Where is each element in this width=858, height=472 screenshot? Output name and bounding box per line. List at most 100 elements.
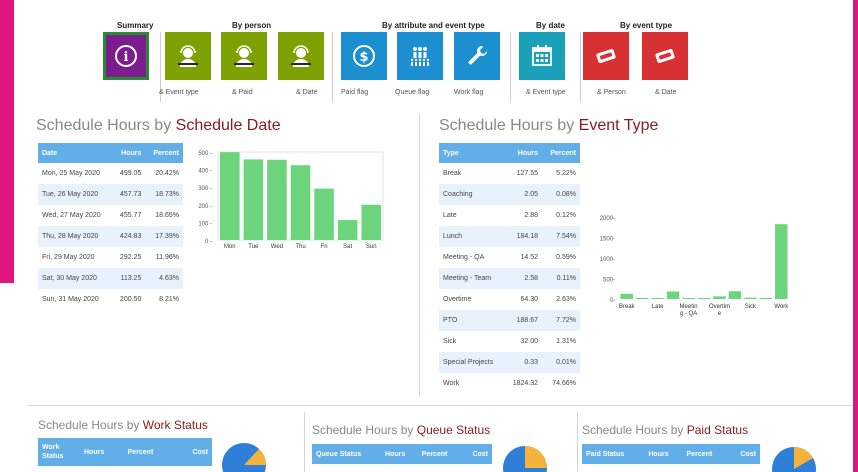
date-table-row: Sat, 30 May 2020 113.25 4.63% [38, 268, 183, 289]
table-cell: 0.11% [542, 268, 580, 289]
event-table-row: Meeting - QA 14.52 0.59% [439, 247, 580, 268]
schedule-date-bar-chart: 500 - 400 - 300 - 200 - 100 - 0 - Mon Tue Wed Thu… [198, 151, 384, 250]
date-event-type-tile[interactable] [519, 32, 565, 80]
schedule-date-title: Schedule Hours by Schedule Date [36, 117, 281, 135]
table-cell: Thu, 28 May 2020 [38, 226, 113, 247]
col-header: Hours [504, 143, 543, 163]
person-headset-icon [178, 45, 198, 67]
bar [775, 224, 788, 299]
table-cell: Tue, 26 May 2020 [38, 184, 113, 205]
event-type-title: Schedule Hours by Event Type [439, 117, 658, 135]
bar [290, 165, 311, 240]
x-tick-label: Overtim [709, 304, 730, 310]
date-table-row: Wed, 27 May 2020 455.77 18.65% [38, 205, 183, 226]
table-cell: 2.58 [504, 268, 543, 289]
svg-text:$: $ [359, 50, 368, 65]
event-table-row: Lunch 184.18 7.54% [439, 226, 580, 247]
table-cell: 11.96% [155, 254, 179, 261]
work-status-title: Schedule Hours by Work Status [38, 418, 208, 432]
tile-caption: & Paid [232, 89, 253, 96]
x-tick-label: g - QA [680, 311, 697, 317]
y-tick-label: 400 - [198, 169, 212, 175]
table-cell: 7.54% [542, 226, 580, 247]
work-flag-tile[interactable] [454, 32, 500, 80]
paid-flag-tile[interactable]: $ [341, 32, 387, 80]
bar [713, 296, 726, 299]
bar [744, 297, 757, 299]
queue-status-table: Queue Status Hours Percent Cost [312, 444, 492, 464]
table-cell: 20.42% [155, 170, 179, 177]
bar [759, 298, 773, 299]
table-cell: 2.88 [524, 212, 539, 219]
queue-flag-tile[interactable] [397, 32, 443, 80]
table-cell: 64.30 [520, 296, 539, 303]
table-cell: 292.25 [119, 254, 142, 261]
bottom-divider [28, 405, 853, 406]
col-header: Hours [644, 444, 683, 464]
table-cell: 0.59% [556, 254, 576, 261]
table-cell: 5.22% [556, 170, 576, 177]
table-cell: Coaching [439, 184, 505, 205]
title-prefix: Schedule Hours by [312, 423, 414, 437]
table-cell: 2.05 [504, 184, 543, 205]
summary-tile[interactable]: i [103, 32, 149, 80]
table-cell: Late [443, 212, 457, 219]
x-tick-label: Sat [343, 244, 352, 250]
group-title-summary: Summary [117, 21, 154, 30]
title-highlight: Schedule Date [175, 117, 281, 134]
group-title-by-person: By person [232, 21, 272, 30]
table-cell: 18.65% [155, 212, 179, 219]
person-event-type-tile[interactable] [165, 32, 211, 80]
y-tick-label: 1500- [600, 237, 615, 243]
col-header: Paid Status [582, 444, 645, 464]
x-tick-label: Meetin [680, 304, 698, 310]
date-table-row: Tue, 26 May 2020 457.73 18.73% [38, 184, 183, 205]
work-status-table: Work Status Hours Percent Cost [38, 438, 212, 466]
table-cell: Overtime [443, 296, 472, 303]
table-cell: Sick [443, 338, 457, 345]
work-status-pie [222, 443, 266, 472]
bar [243, 159, 264, 240]
y-tick-label: 200 - [198, 204, 212, 210]
y-tick-label: 0- [610, 298, 615, 304]
title-highlight: Event Type [578, 117, 659, 134]
event-date-tile[interactable] [642, 32, 688, 80]
schedule-date-table: Date Hours Percent Mon, 25 May 2020 499.0… [38, 143, 183, 310]
right-accent-bar [853, 0, 858, 472]
table-cell: 184.18 [504, 226, 543, 247]
col-header: Hours [380, 444, 418, 464]
toolbar-divider [510, 32, 511, 102]
tile-caption: Paid flag [341, 89, 369, 96]
person-headset-icon [291, 45, 311, 67]
toolbar-divider [332, 32, 333, 102]
queue-status-pie [503, 446, 547, 472]
bar [620, 293, 633, 299]
table-cell: 0.01% [542, 352, 580, 373]
event-person-tile[interactable] [583, 32, 629, 80]
info-icon: i [115, 45, 137, 67]
table-cell: Fri, 29 May 2020 [42, 254, 95, 261]
y-tick-label: 500 - [198, 151, 212, 157]
title-highlight: Queue Status [416, 423, 491, 437]
event-table-row: Overtime 64.30 2.63% [439, 289, 580, 310]
paid-status-pie [772, 447, 816, 472]
date-table-row: Sun, 31 May 2020 200.50 8.21% [38, 289, 183, 310]
dollar-icon: $ [353, 45, 375, 67]
group-title-by-event-type: By event type [620, 21, 673, 30]
ticket-icon [655, 48, 675, 64]
col-header: Percent [145, 143, 183, 163]
table-cell: 200.50 [119, 296, 142, 303]
panel-divider [304, 412, 305, 472]
person-date-tile[interactable] [278, 32, 324, 80]
person-paid-tile[interactable] [221, 32, 267, 80]
col-header: Percent [417, 444, 462, 464]
col-header: Hours [112, 143, 146, 163]
table-cell: 455.77 [119, 212, 142, 219]
queue-status-title: Schedule Hours by Queue Status [312, 423, 490, 437]
table-cell: 18.73% [145, 184, 183, 205]
bar [337, 220, 358, 240]
table-cell: Sun, 31 May 2020 [42, 296, 99, 303]
calendar-icon [532, 45, 552, 66]
x-tick-label: Thu [295, 244, 305, 250]
table-cell: Sat, 30 May 2020 [38, 268, 113, 289]
